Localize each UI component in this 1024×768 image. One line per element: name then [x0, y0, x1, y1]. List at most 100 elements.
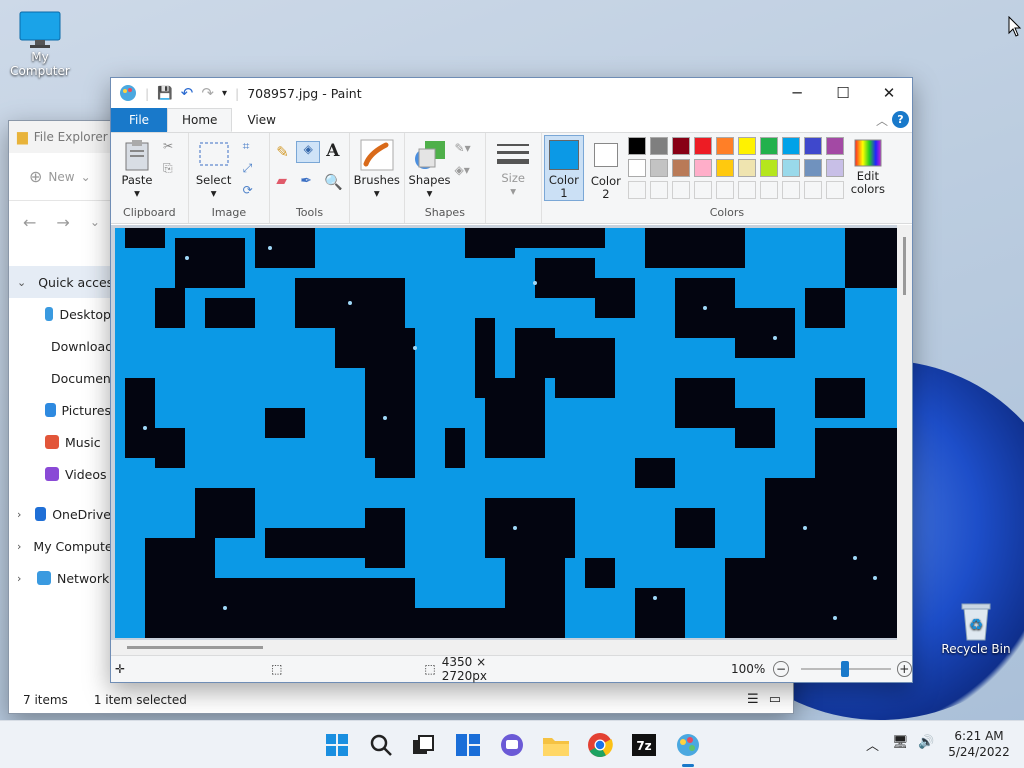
network-status-icon[interactable]: 🖥 [892, 735, 909, 750]
desktop-icon-recycle-bin[interactable]: ♻ Recycle Bin [940, 600, 1012, 656]
palette-color-swatch[interactable] [649, 137, 668, 155]
edit-colors-button[interactable]: Edit colors [848, 139, 888, 196]
outline-icon[interactable]: ✎▾ [455, 141, 471, 155]
tab-view[interactable]: View [232, 108, 290, 132]
chevron-right-icon[interactable]: › [17, 572, 31, 585]
clock[interactable]: 6:21 AM 5/24/2022 [944, 728, 1014, 760]
details-view-icon[interactable]: ☰ [747, 692, 759, 707]
task-view-button[interactable] [408, 730, 438, 760]
palette-color-swatch[interactable] [715, 137, 734, 155]
sidebar-item[interactable]: Music [9, 426, 111, 458]
palette-color-swatch[interactable] [693, 181, 712, 199]
size-button[interactable]: Size ▾ [490, 141, 536, 198]
palette-color-swatch[interactable] [803, 159, 822, 177]
horizontal-scroll-thumb[interactable] [127, 646, 263, 649]
collapse-ribbon-icon[interactable]: ︿ [876, 112, 888, 129]
help-icon[interactable]: ? [892, 111, 909, 128]
tiles-view-icon[interactable]: ▭ [769, 692, 781, 707]
horizontal-scrollbar[interactable] [111, 640, 897, 655]
zoom-out-button[interactable]: − [773, 661, 789, 677]
tab-file[interactable]: File [111, 108, 167, 132]
fill-bucket-icon[interactable]: ◈ [296, 141, 321, 163]
chevron-right-icon[interactable]: › [17, 540, 21, 553]
desktop-icon-my-computer[interactable]: My Computer [2, 10, 78, 78]
palette-color-swatch[interactable] [671, 181, 690, 199]
palette-color-swatch[interactable] [693, 137, 712, 155]
palette-color-swatch[interactable] [693, 159, 712, 177]
sidebar-item[interactable]: Videos [9, 458, 111, 490]
sidebar-item[interactable]: › My Computer [9, 530, 111, 562]
search-button[interactable] [366, 730, 396, 760]
color-picker-icon[interactable]: ✒ [300, 173, 312, 189]
palette-color-swatch[interactable] [737, 181, 756, 199]
text-tool-icon[interactable]: A [326, 141, 339, 161]
palette-color-swatch[interactable] [627, 137, 646, 155]
minimize-icon[interactable]: ─ [774, 84, 820, 102]
palette-color-swatch[interactable] [759, 181, 778, 199]
palette-color-swatch[interactable] [715, 159, 734, 177]
copy-icon[interactable]: ⎘ [163, 161, 173, 176]
palette-color-swatch[interactable] [671, 159, 690, 177]
resize-icon[interactable]: ⤢ [243, 161, 253, 176]
paint-window[interactable]: | 💾 ↶ ↷ ▾ | 708957.jpg - Paint ─ ☐ ✕ Fil… [110, 77, 913, 683]
chevron-right-icon[interactable]: › [17, 508, 29, 521]
fill-icon[interactable]: ◈▾ [455, 163, 470, 177]
chevron-down-icon[interactable]: ⌄ [17, 276, 26, 289]
new-button[interactable]: ⊕ New ⌄ [29, 167, 91, 186]
file-explorer-taskbar-button[interactable] [541, 730, 571, 760]
palette-color-swatch[interactable] [649, 159, 668, 177]
palette-color-swatch[interactable] [627, 181, 646, 199]
sidebar-item[interactable]: Desktop [9, 298, 111, 330]
shapes-button[interactable]: Shapes ▾ [409, 139, 451, 200]
palette-color-swatch[interactable] [759, 159, 778, 177]
zoom-slider[interactable] [800, 661, 891, 677]
rotate-icon[interactable]: ⟳ [243, 183, 253, 197]
maximize-icon[interactable]: ☐ [820, 84, 866, 102]
start-button[interactable] [322, 730, 352, 760]
tab-home[interactable]: Home [167, 108, 233, 132]
palette-color-swatch[interactable] [737, 159, 756, 177]
sidebar-item[interactable]: › OneDrive [9, 498, 111, 530]
palette-color-swatch[interactable] [781, 181, 800, 199]
canvas-area[interactable] [111, 225, 912, 655]
save-icon[interactable]: 💾 [157, 85, 173, 101]
palette-color-swatch[interactable] [803, 137, 822, 155]
zoom-in-button[interactable]: + [896, 661, 913, 677]
chat-button[interactable] [497, 730, 527, 760]
customize-quick-access-icon[interactable]: ▾ [222, 88, 227, 99]
pencil-icon[interactable]: ✎ [276, 143, 289, 161]
eraser-icon[interactable]: ▰ [276, 173, 287, 189]
magnifier-icon[interactable]: 🔍 [324, 173, 343, 191]
sidebar-item[interactable]: ⌄ Quick access [9, 266, 111, 298]
undo-icon[interactable]: ↶ [181, 84, 194, 102]
vertical-scroll-thumb[interactable] [903, 237, 906, 295]
cut-icon[interactable]: ✂ [163, 139, 173, 153]
7zip-taskbar-button[interactable]: 7z [629, 730, 659, 760]
back-arrow-icon[interactable]: ← [23, 213, 36, 232]
volume-icon[interactable]: 🔊 [918, 735, 934, 750]
paint-taskbar-button[interactable] [673, 730, 703, 767]
palette-color-swatch[interactable] [803, 181, 822, 199]
paste-button[interactable]: Paste ▾ [117, 139, 157, 200]
zoom-slider-thumb[interactable] [840, 661, 849, 677]
sidebar-item[interactable]: Downloads [9, 330, 111, 362]
palette-color-swatch[interactable] [759, 137, 778, 155]
forward-arrow-icon[interactable]: → [56, 213, 69, 232]
palette-color-swatch[interactable] [737, 137, 756, 155]
chevron-down-icon[interactable]: ⌄ [90, 215, 100, 229]
close-icon[interactable]: ✕ [866, 84, 912, 102]
palette-color-swatch[interactable] [715, 181, 734, 199]
show-hidden-icons-chevron-icon[interactable]: ︿ [866, 735, 879, 754]
chrome-taskbar-button[interactable] [585, 730, 615, 760]
palette-color-swatch[interactable] [649, 181, 668, 199]
select-button[interactable]: Select ▾ [193, 139, 235, 200]
palette-color-swatch[interactable] [825, 137, 844, 155]
palette-color-swatch[interactable] [825, 181, 844, 199]
color1-button[interactable]: Color 1 [543, 135, 584, 201]
redo-icon[interactable]: ↷ [201, 84, 214, 102]
palette-color-swatch[interactable] [781, 137, 800, 155]
image-canvas[interactable] [115, 228, 897, 638]
palette-color-swatch[interactable] [627, 159, 646, 177]
sidebar-item[interactable]: Documents [9, 362, 111, 394]
palette-color-swatch[interactable] [825, 159, 844, 177]
